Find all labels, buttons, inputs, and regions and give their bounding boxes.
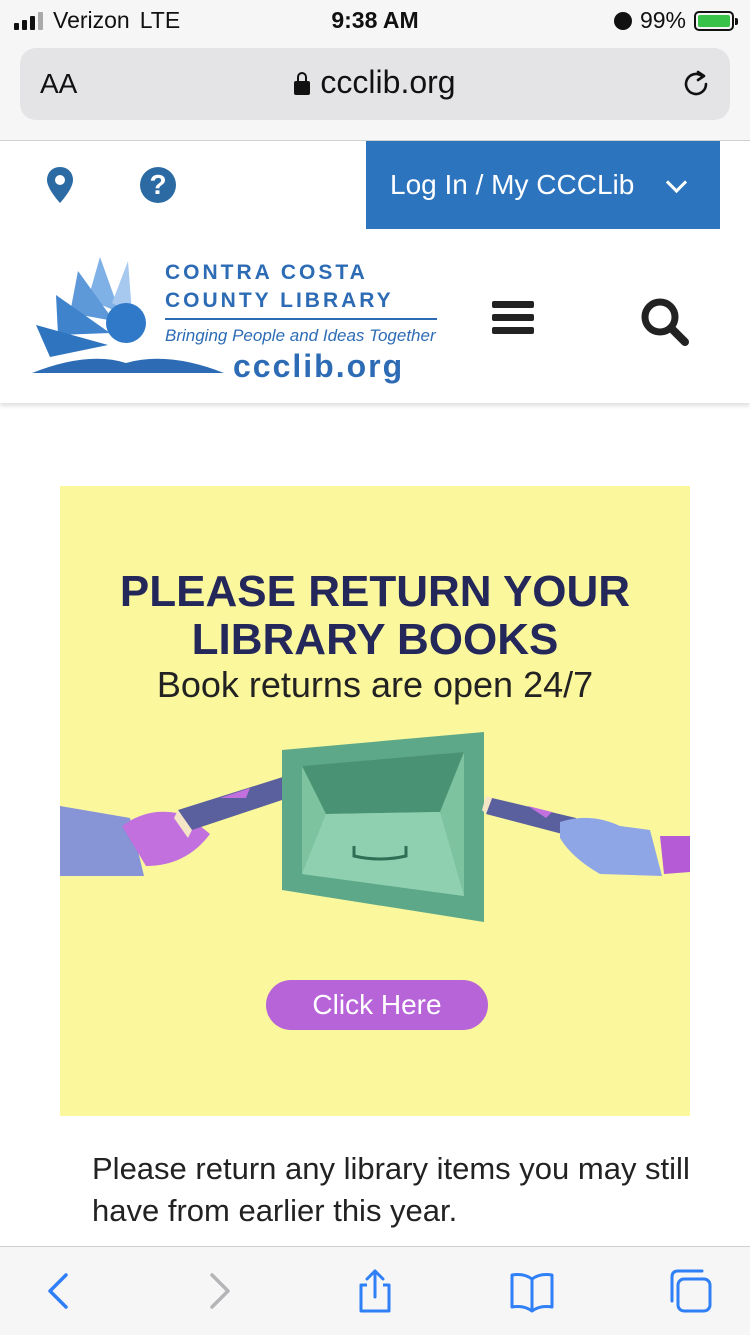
- tabs-icon[interactable]: [668, 1269, 712, 1313]
- banner-headline: PLEASE RETURN YOUR LIBRARY BOOKS: [119, 567, 631, 664]
- browser-bottom-toolbar: [0, 1246, 750, 1335]
- logo-line-2: COUNTY LIBRARY: [165, 289, 394, 312]
- lock-icon: [294, 72, 311, 95]
- battery-charging-icon: [694, 10, 738, 31]
- status-bar: Verizon LTE 9:38 AM 99%: [0, 0, 750, 40]
- status-right: 99%: [613, 7, 738, 34]
- click-here-button[interactable]: Click Here: [266, 980, 488, 1030]
- login-label: Log In / My CCCLib: [390, 169, 635, 200]
- bookmarks-icon[interactable]: [510, 1269, 554, 1313]
- logo-line-1: CONTRA COSTA: [165, 261, 368, 284]
- banner-subheadline: Book returns are open 24/7: [156, 664, 594, 705]
- url-text: ccclib.org: [320, 64, 456, 100]
- reload-icon[interactable]: [680, 68, 712, 100]
- site-top-nav: ? Log In / My CCCLib: [0, 141, 750, 374]
- book-return-banner[interactable]: PLEASE RETURN YOUR LIBRARY BOOKS Book re…: [60, 486, 690, 1116]
- logo-tagline: Bringing People and Ideas Together: [165, 326, 436, 345]
- search-icon[interactable]: [636, 293, 692, 349]
- share-icon[interactable]: [353, 1269, 397, 1313]
- book-return-illustration: [60, 732, 690, 922]
- alarm-icon: [613, 11, 632, 30]
- url-display[interactable]: ccclib.org: [20, 64, 730, 101]
- browser-address-bar: AA ccclib.org: [0, 40, 750, 141]
- login-my-ccclib-button[interactable]: Log In / My CCCLib: [366, 141, 720, 229]
- return-notice-text: Please return any library items you may …: [92, 1151, 690, 1228]
- back-icon[interactable]: [38, 1269, 82, 1313]
- url-field[interactable]: AA ccclib.org: [20, 48, 730, 120]
- site-header: CONTRA COSTA COUNTY LIBRARY Bringing Peo…: [0, 233, 750, 403]
- library-logo-text[interactable]: CONTRA COSTA COUNTY LIBRARY Bringing Peo…: [165, 259, 445, 383]
- battery-percent: 99%: [639, 7, 686, 33]
- help-icon[interactable]: ?: [140, 167, 176, 203]
- logo-divider: [165, 318, 437, 320]
- chevron-down-icon: [665, 171, 688, 194]
- hamburger-menu-icon[interactable]: [492, 301, 534, 337]
- forward-icon[interactable]: [196, 1269, 240, 1313]
- location-pin-icon[interactable]: [44, 165, 76, 205]
- logo-url: ccclib.org: [233, 348, 405, 384]
